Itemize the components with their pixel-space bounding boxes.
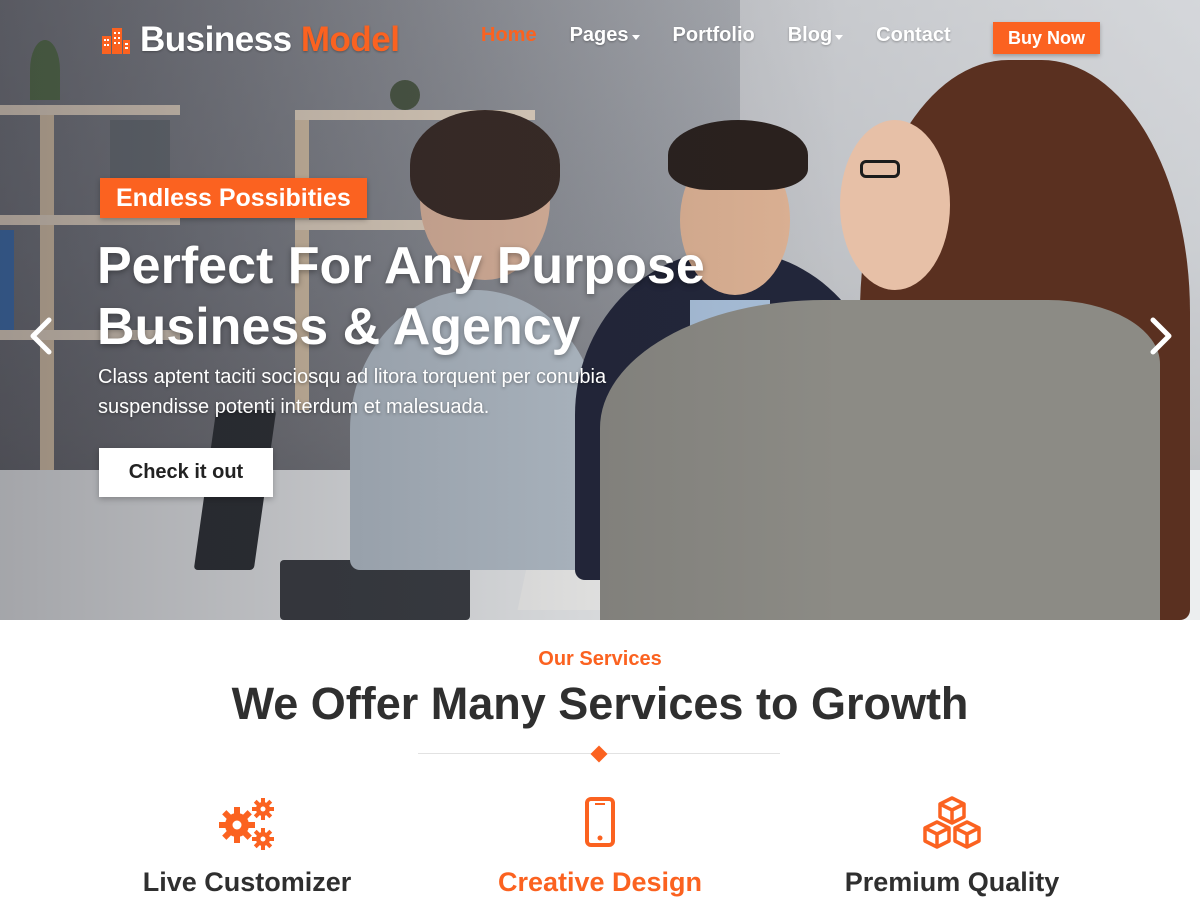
nav-item-label: Blog — [787, 24, 833, 46]
nav-item-label: Home — [481, 24, 537, 46]
cubes-icon — [923, 796, 981, 849]
service-card-premium-quality[interactable]: Premium Quality — [792, 795, 1112, 898]
main-menu: Home Pages Portfolio Blog Contact — [481, 24, 984, 47]
service-card-creative-design[interactable]: Creative Design — [440, 795, 760, 898]
caret-down-icon — [835, 35, 844, 40]
check-it-out-button[interactable]: Check it out — [99, 448, 273, 497]
brand-name: Business Model — [140, 20, 400, 60]
nav-item-blog[interactable]: Blog — [787, 24, 844, 47]
nav-item-label: Portfolio — [672, 24, 755, 46]
nav-item-label: Contact — [876, 24, 951, 46]
services-kicker: Our Services — [538, 648, 662, 670]
nav-item-portfolio[interactable]: Portfolio — [673, 24, 755, 47]
brand-name-accent: Model — [300, 20, 400, 59]
diamond-icon — [590, 745, 608, 763]
service-label: Creative Design — [497, 867, 703, 897]
nav-item-pages[interactable]: Pages — [570, 24, 640, 47]
chevron-right-icon[interactable] — [1140, 312, 1180, 360]
nav-item-home[interactable]: Home — [481, 24, 537, 47]
hero-description-line: suspendisse potenti interdum et malesuad… — [98, 396, 490, 418]
buy-now-button[interactable]: Buy Now — [993, 22, 1100, 54]
hero-description: Class aptent taciti sociosqu ad litora t… — [98, 362, 718, 422]
service-label: Premium Quality — [844, 867, 1060, 897]
hero-title: Perfect For Any Purpose Business & Agenc… — [97, 236, 797, 358]
nav-item-contact[interactable]: Contact — [876, 24, 950, 47]
mobile-phone-icon — [585, 797, 615, 847]
building-logo-icon — [102, 28, 130, 54]
brand-name-primary: Business — [140, 20, 292, 59]
service-card-live-customizer[interactable]: Live Customizer — [87, 795, 407, 898]
services-title: We Offer Many Services to Growth — [231, 678, 969, 729]
caret-down-icon — [631, 35, 640, 40]
hero-description-line: Class aptent taciti sociosqu ad litora t… — [98, 366, 607, 388]
hero-title-line: Perfect For Any Purpose — [97, 237, 705, 295]
hero-title-line: Business & Agency — [97, 298, 581, 356]
gears-icon — [219, 798, 274, 850]
chevron-left-icon[interactable] — [22, 312, 62, 360]
nav-item-label: Pages — [569, 24, 629, 46]
top-navigation: Business Model Home Pages Portfolio Blog… — [0, 0, 1200, 78]
service-label: Live Customizer — [142, 867, 352, 897]
hero-tagline-badge: Endless Possibities — [100, 178, 367, 218]
brand-logo[interactable]: Business Model — [100, 20, 400, 60]
